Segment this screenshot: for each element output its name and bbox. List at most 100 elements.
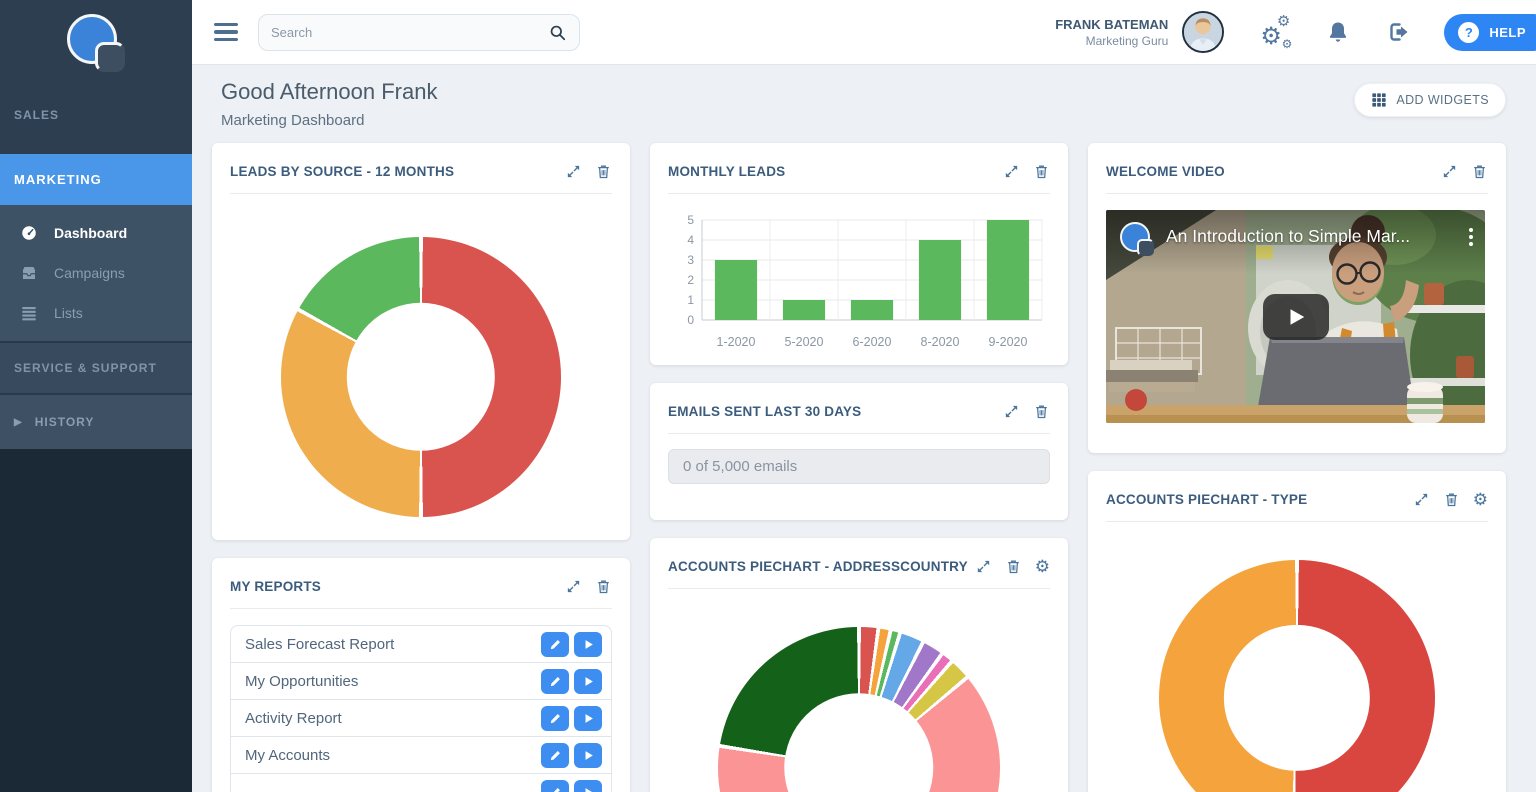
edit-report-button[interactable]: [541, 706, 569, 731]
svg-text:6-2020: 6-2020: [853, 335, 892, 349]
pencil-icon: [549, 638, 562, 651]
sidebar-item-dashboard[interactable]: Dashboard: [0, 213, 192, 253]
svg-text:1: 1: [687, 293, 694, 307]
logout-icon[interactable]: [1386, 20, 1410, 44]
notifications-bell-icon[interactable]: [1326, 20, 1350, 44]
hamburger-menu-icon[interactable]: [214, 23, 238, 42]
video-channel-logo[interactable]: [1120, 222, 1154, 256]
expand-icon[interactable]: [1413, 491, 1430, 508]
search-box: [258, 14, 580, 51]
report-name[interactable]: My Opportunities: [245, 673, 358, 690]
brand-logo[interactable]: [0, 8, 192, 98]
column-3: WELCOME VIDEO: [1088, 143, 1506, 792]
edit-report-button[interactable]: [541, 632, 569, 657]
play-icon: [582, 786, 595, 792]
widget-accounts-piechart-type: ACCOUNTS PIECHART - TYPE ⚙: [1088, 471, 1506, 792]
sidebar-section-marketing[interactable]: MARKETING: [0, 154, 192, 205]
column-1: LEADS BY SOURCE - 12 MONTHS: [212, 143, 630, 792]
pencil-icon: [549, 712, 562, 725]
trash-icon[interactable]: [595, 163, 612, 180]
expand-icon[interactable]: [1441, 163, 1458, 180]
widget-leads-by-source: LEADS BY SOURCE - 12 MONTHS: [212, 143, 630, 540]
trash-icon[interactable]: [1005, 558, 1022, 575]
expand-icon[interactable]: [1003, 163, 1020, 180]
trash-icon[interactable]: [1033, 163, 1050, 180]
svg-text:0: 0: [687, 313, 694, 327]
dashboard-content: Good Afternoon Frank Marketing Dashboard…: [192, 65, 1536, 792]
report-name[interactable]: My Accounts: [245, 747, 330, 764]
sidebar: SALES MARKETING Dashboard Campaigns: [0, 0, 192, 792]
play-icon: [582, 638, 595, 651]
expand-icon[interactable]: [975, 558, 992, 575]
greeting-row: Good Afternoon Frank Marketing Dashboard…: [221, 79, 1506, 129]
report-name[interactable]: Sales Forecast Report: [245, 636, 394, 653]
sidebar-filler: [0, 449, 192, 792]
lists-icon: [20, 304, 38, 322]
edit-report-button[interactable]: [541, 743, 569, 768]
user-role: Marketing Guru: [1055, 34, 1168, 48]
app-root: SALES MARKETING Dashboard Campaigns: [0, 0, 1536, 792]
svg-text:2: 2: [687, 273, 694, 287]
widget-columns: LEADS BY SOURCE - 12 MONTHS: [212, 143, 1506, 792]
run-report-button[interactable]: [574, 780, 602, 792]
run-report-button[interactable]: [574, 706, 602, 731]
widget-monthly-leads: MONTHLY LEADS 0123451-2020: [650, 143, 1068, 365]
search-icon[interactable]: [548, 23, 567, 42]
video-play-button[interactable]: [1263, 294, 1329, 340]
edit-report-button[interactable]: [541, 669, 569, 694]
sidebar-marketing-menu: Dashboard Campaigns Lists: [0, 205, 192, 343]
search-input[interactable]: [271, 25, 540, 40]
expand-icon[interactable]: [565, 163, 582, 180]
reports-list: Sales Forecast Report My Opportunities: [230, 625, 612, 792]
report-row: My Opportunities: [231, 663, 611, 700]
svg-text:4: 4: [687, 233, 694, 247]
sidebar-section-history[interactable]: ▶ HISTORY: [0, 395, 192, 449]
play-icon: [1285, 306, 1307, 328]
monthly-leads-bar-chart[interactable]: 0123451-20205-20206-20208-20209-2020: [668, 208, 1050, 365]
video-title[interactable]: An Introduction to Simple Mar...: [1166, 226, 1457, 247]
sidebar-item-label: Campaigns: [54, 265, 125, 281]
topbar: FRANK BATEMAN Marketing Guru ⚙ ⚙ ⚙: [192, 0, 1536, 65]
svg-text:5-2020: 5-2020: [785, 335, 824, 349]
expand-icon[interactable]: [565, 578, 582, 595]
question-mark-icon: ?: [1458, 22, 1479, 43]
run-report-button[interactable]: [574, 669, 602, 694]
sidebar-section-service-support[interactable]: SERVICE & SUPPORT: [0, 343, 192, 395]
widget-title: ACCOUNTS PIECHART - TYPE: [1106, 492, 1307, 507]
trash-icon[interactable]: [1033, 403, 1050, 420]
video-player[interactable]: An Introduction to Simple Mar...: [1106, 210, 1485, 423]
report-row: [231, 774, 611, 792]
widget-title: MONTHLY LEADS: [668, 164, 785, 179]
svg-text:8-2020: 8-2020: [921, 335, 960, 349]
accounts-country-donut-chart[interactable]: [718, 627, 1000, 792]
trash-icon[interactable]: [1443, 491, 1460, 508]
gear-icon[interactable]: ⚙: [1473, 491, 1488, 508]
trash-icon[interactable]: [595, 578, 612, 595]
expand-icon[interactable]: [1003, 403, 1020, 420]
pencil-icon: [549, 749, 562, 762]
user-info[interactable]: FRANK BATEMAN Marketing Guru: [1055, 17, 1168, 48]
video-more-options-icon[interactable]: [1469, 228, 1473, 246]
accounts-type-donut-chart[interactable]: [1159, 560, 1435, 792]
avatar[interactable]: [1182, 11, 1224, 53]
play-icon: [582, 675, 595, 688]
sidebar-item-campaigns[interactable]: Campaigns: [0, 253, 192, 293]
sidebar-section-sales[interactable]: SALES: [0, 98, 192, 132]
add-widgets-button[interactable]: ADD WIDGETS: [1354, 83, 1506, 117]
leads-by-source-donut-chart[interactable]: [281, 237, 561, 517]
sidebar-item-label: Lists: [54, 305, 83, 321]
sidebar-item-lists[interactable]: Lists: [0, 293, 192, 333]
trash-icon[interactable]: [1471, 163, 1488, 180]
gear-icon[interactable]: ⚙: [1035, 558, 1050, 575]
play-icon: [582, 712, 595, 725]
email-quota-progress-bar: 0 of 5,000 emails: [668, 449, 1050, 484]
help-button[interactable]: ? HELP: [1444, 14, 1536, 51]
svg-text:5: 5: [687, 213, 694, 227]
widget-title: MY REPORTS: [230, 579, 321, 594]
run-report-button[interactable]: [574, 632, 602, 657]
edit-report-button[interactable]: [541, 780, 569, 792]
add-widgets-label: ADD WIDGETS: [1396, 93, 1489, 107]
run-report-button[interactable]: [574, 743, 602, 768]
settings-gears-icon[interactable]: ⚙ ⚙ ⚙: [1260, 18, 1290, 46]
report-name[interactable]: Activity Report: [245, 710, 342, 727]
